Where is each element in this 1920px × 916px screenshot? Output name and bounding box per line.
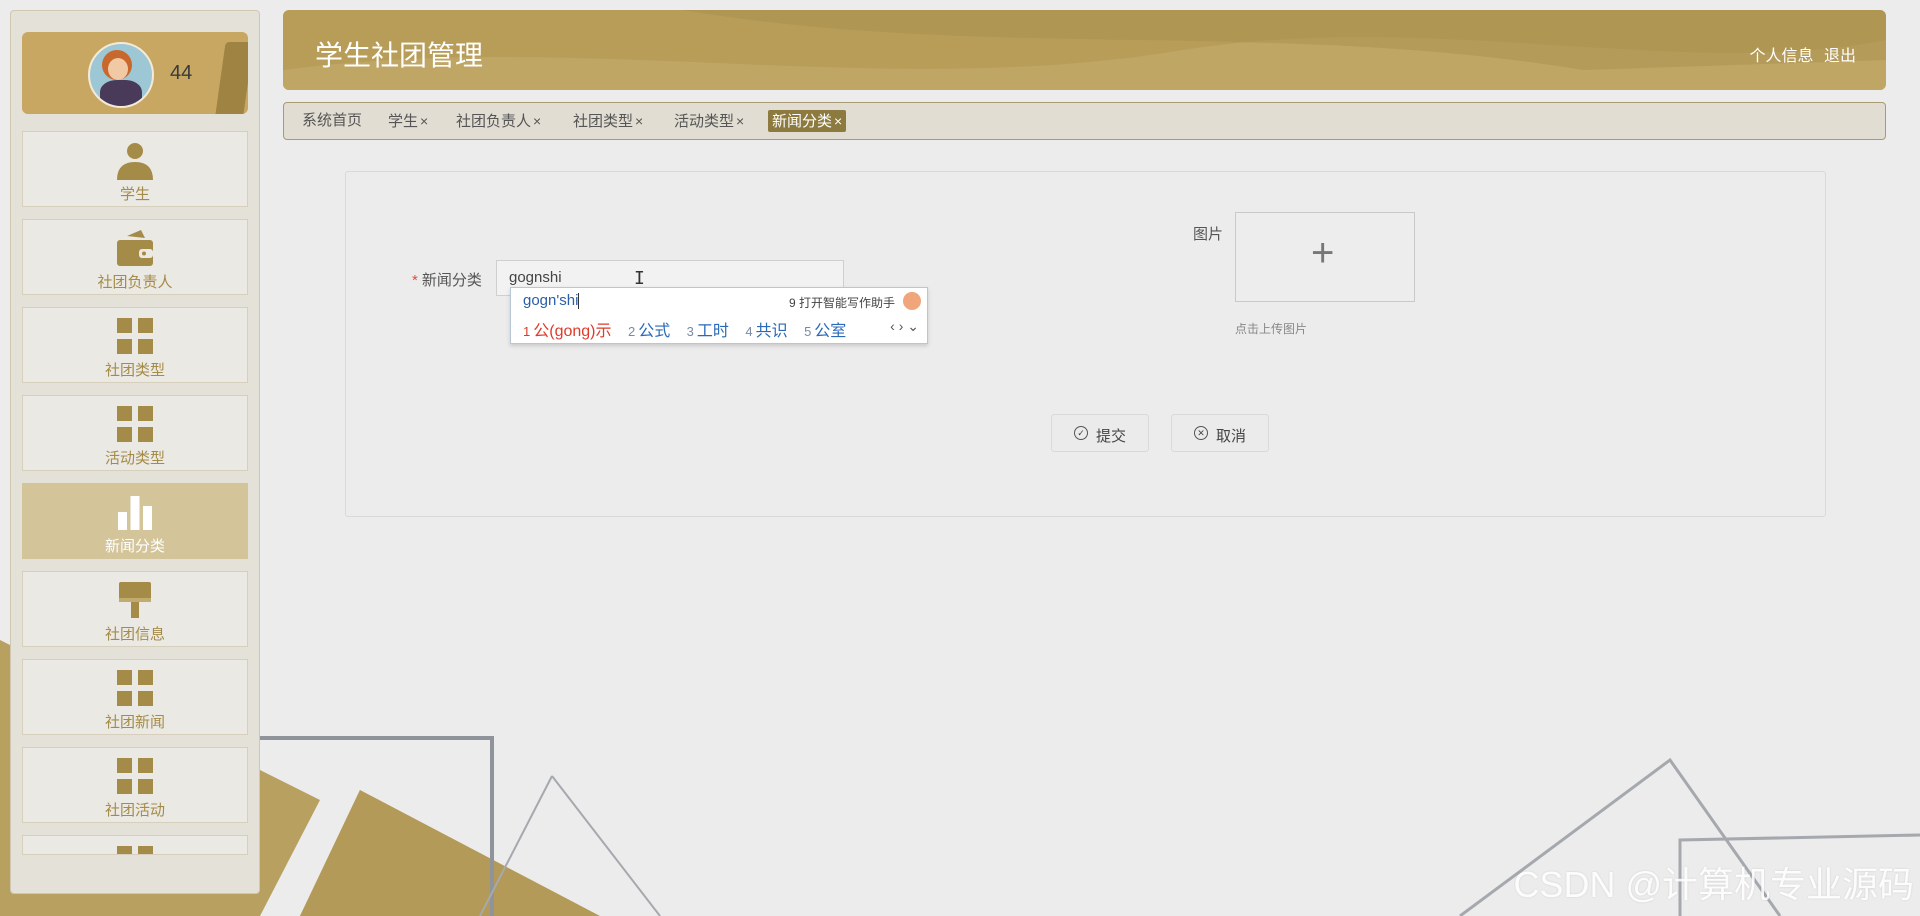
- upload-hint: 点击上传图片: [1235, 322, 1308, 336]
- profile-link[interactable]: 个人信息: [1750, 48, 1814, 65]
- ime-composition: gogn'shi: [523, 292, 580, 310]
- sidebar-item-club-news[interactable]: 社团新闻: [22, 659, 248, 735]
- grid-icon: [117, 670, 153, 706]
- candidate-number: 1: [523, 324, 531, 339]
- tab-activity-type[interactable]: 活动类型 ×: [670, 110, 748, 132]
- close-icon[interactable]: ×: [736, 113, 744, 129]
- header-bar: 学生社团管理 个人信息 退出: [283, 10, 1886, 90]
- ime-candidate[interactable]: 4 共识: [745, 323, 787, 340]
- submit-button[interactable]: ✓ 提交: [1051, 414, 1149, 452]
- grid-icon: [117, 846, 153, 854]
- sidebar-item-label: 活动类型: [104, 450, 165, 467]
- ime-candidates: 1 公(gong)示 2 公式 3 工时 4 共识 5 公室: [523, 317, 858, 341]
- tab-club-leader[interactable]: 社团负责人 ×: [452, 110, 545, 132]
- sidebar-item-label: 社团类型: [104, 362, 165, 379]
- sidebar-item-label: 社团新闻: [104, 714, 165, 731]
- image-upload-box[interactable]: +: [1235, 212, 1415, 302]
- ime-page-nav[interactable]: ‹ › ⌄: [890, 318, 919, 335]
- sidebar-item-club-info[interactable]: 社团信息: [22, 571, 248, 647]
- candidate-text: 公室: [814, 323, 847, 340]
- tab-label: 社团负责人: [456, 113, 532, 130]
- caret: [578, 293, 580, 310]
- header-wave-decoration: [283, 10, 1886, 90]
- sidebar-item-student[interactable]: 学生: [22, 131, 248, 207]
- sidebar-item-label: 新闻分类: [104, 538, 165, 555]
- sidebar-item-club-activity[interactable]: 社团活动: [22, 747, 248, 823]
- candidate-text: 共识: [755, 323, 788, 340]
- tab-label: 学生: [388, 113, 419, 130]
- ime-candidate[interactable]: 3 工时: [687, 323, 729, 340]
- ime-candidate[interactable]: 5 公室: [804, 323, 846, 340]
- user-icon: [117, 143, 153, 180]
- sidebar-item-label: 社团活动: [104, 802, 165, 819]
- close-icon[interactable]: ×: [635, 113, 643, 129]
- sidebar-item-label: 社团信息: [104, 626, 165, 643]
- close-icon[interactable]: ×: [420, 113, 428, 129]
- candidate-text: 公式: [638, 323, 671, 340]
- grid-icon: [117, 406, 153, 442]
- sidebar-item-activity-type[interactable]: 活动类型: [22, 395, 248, 471]
- sidebar-item-label: 学生: [119, 186, 150, 203]
- tab-home[interactable]: 系统首页: [298, 110, 366, 132]
- tab-club-type[interactable]: 社团类型 ×: [569, 110, 647, 132]
- ime-candidate[interactable]: 1 公(gong)示: [523, 323, 612, 340]
- text-cursor-icon: I: [634, 268, 645, 289]
- candidate-text: 公(gong)示: [533, 323, 612, 340]
- bar-chart-icon: [118, 496, 152, 530]
- tab-label: 社团类型: [573, 113, 634, 130]
- category-field-label: * 新闻分类: [412, 269, 482, 290]
- category-label-text: 新闻分类: [421, 272, 482, 289]
- candidate-number: 3: [686, 324, 694, 339]
- sidebar-item-club-leader[interactable]: 社团负责人: [22, 219, 248, 295]
- ime-candidate-window: gogn'shi 9 打开智能写作助手 1 公(gong)示 2 公式 3 工时 4共…: [510, 287, 928, 344]
- sidebar-item-club-type[interactable]: 社团类型: [22, 307, 248, 383]
- check-circle-icon: ✓: [1074, 426, 1088, 440]
- assistant-icon[interactable]: [903, 292, 921, 310]
- candidate-text: 工时: [696, 323, 729, 340]
- tab-label: 系统首页: [302, 112, 363, 129]
- sidebar-menu: 学生 社团负责人 社团类型 活动类型 新闻分类 社团信息 社团新闻 社团活动: [22, 131, 248, 867]
- close-icon[interactable]: ×: [533, 113, 541, 129]
- cancel-label: 取消: [1216, 428, 1247, 445]
- ime-candidate[interactable]: 2 公式: [628, 323, 670, 340]
- user-profile-card[interactable]: 44: [22, 32, 248, 114]
- sidebar: 44 学生 社团负责人 社团类型 活动类型 新闻分类 社团信息 社团新闻 社团活…: [10, 10, 260, 894]
- tab-label: 新闻分类: [772, 113, 833, 130]
- profile-tab-decoration: [214, 42, 248, 114]
- grid-icon: [117, 758, 153, 794]
- brush-icon: [119, 582, 151, 618]
- ime-assistant-link[interactable]: 9 打开智能写作助手: [789, 294, 895, 311]
- logout-link[interactable]: 退出: [1824, 48, 1856, 65]
- submit-label: 提交: [1096, 428, 1127, 445]
- sidebar-item-news-category[interactable]: 新闻分类: [22, 483, 248, 559]
- candidate-number: 5: [804, 324, 812, 339]
- avatar-body: [100, 80, 142, 106]
- image-field-label: 图片: [1193, 226, 1224, 243]
- page-title: 学生社团管理: [315, 40, 484, 71]
- close-circle-icon: ✕: [1194, 426, 1208, 440]
- candidate-number: 2: [627, 324, 636, 339]
- avatar[interactable]: [88, 42, 154, 108]
- plus-icon: +: [1311, 231, 1335, 275]
- watermark: CSDN @计算机专业源码: [1513, 864, 1914, 905]
- tab-bar: 系统首页 学生 × 社团负责人 × 社团类型 × 活动类型 × 新闻分类 ×: [283, 102, 1886, 140]
- avatar-face: [108, 58, 128, 80]
- tab-news-category[interactable]: 新闻分类 ×: [768, 110, 847, 132]
- wallet-icon: [117, 230, 153, 266]
- tab-label: 活动类型: [674, 113, 735, 130]
- sidebar-item-more[interactable]: [22, 835, 248, 855]
- profile-number: 44: [170, 62, 193, 84]
- ime-composition-text: gogn'shi: [523, 292, 579, 309]
- cancel-button[interactable]: ✕ 取消: [1171, 414, 1269, 452]
- candidate-number: 4: [745, 324, 753, 339]
- close-icon[interactable]: ×: [834, 113, 842, 129]
- grid-icon: [117, 318, 153, 354]
- tab-student[interactable]: 学生 ×: [384, 110, 432, 132]
- header-links: 个人信息 退出: [1744, 42, 1856, 66]
- required-mark: *: [412, 272, 418, 289]
- sidebar-item-label: 社团负责人: [97, 274, 173, 291]
- form-panel: * 新闻分类 gognshi I 图片 + 点击上传图片 ✓ 提交 ✕ 取消: [345, 171, 1826, 517]
